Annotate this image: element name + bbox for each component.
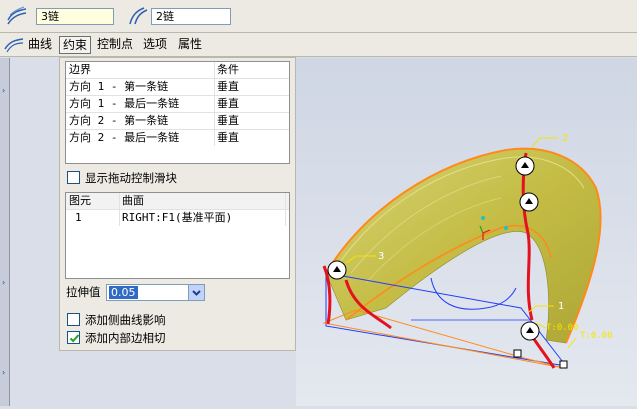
drag-handle[interactable] bbox=[519, 192, 539, 212]
table-row[interactable]: 方向 1 - 最后一条链 垂直 bbox=[66, 95, 289, 112]
dropdown-button[interactable] bbox=[188, 285, 204, 300]
tab-control-points[interactable]: 控制点 bbox=[94, 36, 136, 54]
chain-collector-2[interactable]: 2链 bbox=[151, 8, 231, 25]
col-header-element: 图元 bbox=[69, 194, 91, 207]
checkmark-icon bbox=[69, 334, 80, 343]
vertex-marker[interactable] bbox=[513, 349, 522, 358]
table-row[interactable]: 方向 2 - 第一条链 垂直 bbox=[66, 112, 289, 129]
boundary-table: 边界 条件 方向 1 - 第一条链 垂直 方向 1 - 最后一条链 垂直 方向 … bbox=[65, 61, 290, 164]
tab-curves[interactable]: 曲线 bbox=[25, 36, 55, 54]
boundary-cell: 方向 2 - 最后一条链 bbox=[69, 131, 180, 144]
t-value-label-a: T:0.00 bbox=[546, 323, 579, 333]
drag-handle[interactable] bbox=[515, 156, 535, 176]
tab-options[interactable]: 选项 bbox=[140, 36, 170, 54]
tab-bar: 曲线 约束 控制点 选项 属性 bbox=[0, 33, 637, 57]
column-divider bbox=[285, 193, 286, 226]
column-divider bbox=[119, 193, 120, 226]
chain-collector-1[interactable]: 3链 bbox=[36, 8, 114, 25]
arrow-marker-icon: › bbox=[2, 368, 6, 377]
table-header: 边界 条件 bbox=[66, 62, 289, 79]
condition-cell[interactable]: 垂直 bbox=[217, 96, 239, 112]
surface-cell[interactable]: RIGHT:F1(基准平面) bbox=[122, 210, 232, 226]
boundary-cell: 方向 1 - 第一条链 bbox=[69, 80, 169, 93]
col-header-condition: 条件 bbox=[217, 63, 239, 76]
chain-label-3: 3 bbox=[378, 251, 384, 262]
col-header-boundary: 边界 bbox=[69, 63, 91, 76]
boundary-cell: 方向 1 - 最后一条链 bbox=[69, 97, 180, 110]
col-header-surface: 曲面 bbox=[122, 194, 144, 207]
tab-properties[interactable]: 属性 bbox=[175, 36, 205, 54]
column-divider bbox=[214, 62, 215, 146]
condition-cell[interactable]: 垂直 bbox=[217, 113, 239, 129]
element-index-cell: 1 bbox=[75, 211, 82, 224]
boundary-cell: 方向 2 - 第一条链 bbox=[69, 114, 169, 127]
t-value-label-b: T:0.00 bbox=[580, 331, 613, 341]
graphics-viewport[interactable]: 2 3 1 T:0.00 T:0.00 bbox=[296, 58, 637, 406]
table-row[interactable]: 1 RIGHT:F1(基准平面) bbox=[66, 209, 289, 226]
stretch-value-combo[interactable]: 0.05 bbox=[106, 284, 205, 301]
vertex-marker[interactable] bbox=[559, 360, 568, 369]
arrow-marker-icon: › bbox=[2, 278, 6, 287]
left-strip: › › › bbox=[0, 58, 10, 406]
show-drag-handles-label: 显示拖动控制滑块 bbox=[85, 171, 177, 185]
arrow-marker-icon: › bbox=[2, 86, 6, 95]
table-header: 图元 曲面 bbox=[66, 193, 289, 210]
boundary-chain-icon-2[interactable] bbox=[126, 6, 148, 26]
condition-cell[interactable]: 垂直 bbox=[217, 79, 239, 95]
add-side-curve-checkbox[interactable] bbox=[67, 313, 80, 326]
show-drag-handles-checkbox[interactable] bbox=[67, 171, 80, 184]
add-inner-edge-label: 添加内部边相切 bbox=[85, 331, 166, 345]
chain-label-1: 1 bbox=[558, 301, 564, 312]
curve-icon bbox=[4, 37, 24, 56]
stretch-value[interactable]: 0.05 bbox=[109, 286, 138, 299]
elements-table: 图元 曲面 1 RIGHT:F1(基准平面) bbox=[65, 192, 290, 279]
table-row[interactable]: 方向 2 - 最后一条链 垂直 bbox=[66, 129, 289, 146]
condition-cell[interactable]: 垂直 bbox=[217, 130, 239, 146]
dashboard-bar: 3链 2链 bbox=[0, 0, 637, 33]
table-row[interactable]: 方向 1 - 第一条链 垂直 bbox=[66, 78, 289, 95]
add-inner-edge-checkbox[interactable] bbox=[67, 331, 80, 344]
drag-handle[interactable] bbox=[520, 321, 540, 341]
boundary-chain-icon[interactable] bbox=[6, 6, 28, 26]
drag-handle[interactable] bbox=[327, 260, 347, 280]
chevron-down-icon bbox=[192, 290, 201, 296]
model-canvas[interactable]: 2 3 1 T:0.00 T:0.00 bbox=[296, 58, 637, 406]
chain-label-2: 2 bbox=[562, 133, 568, 144]
stretch-value-label: 拉伸值 bbox=[66, 285, 101, 299]
constraints-panel: 边界 条件 方向 1 - 第一条链 垂直 方向 1 - 最后一条链 垂直 方向 … bbox=[59, 57, 296, 351]
add-side-curve-label: 添加侧曲线影响 bbox=[85, 313, 166, 327]
tab-constraints[interactable]: 约束 bbox=[59, 36, 92, 54]
